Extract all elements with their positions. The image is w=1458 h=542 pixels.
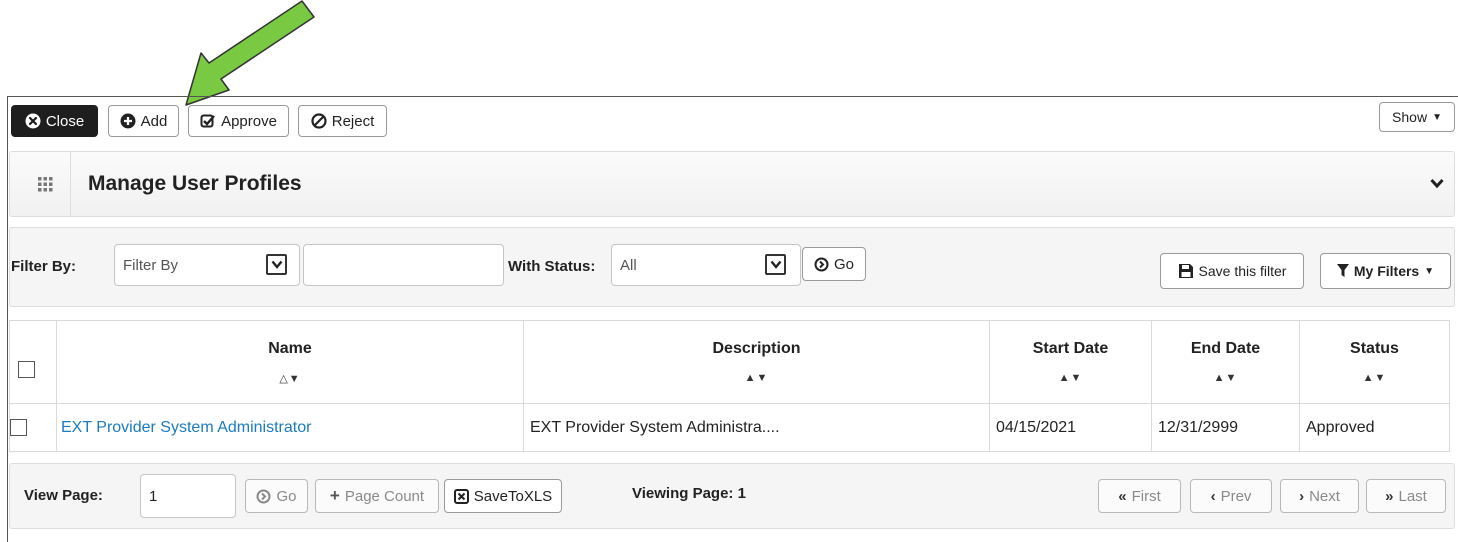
show-button-label: Show <box>1392 109 1428 125</box>
column-header-description-label: Description <box>712 340 801 357</box>
last-page-label: Last <box>1398 487 1427 505</box>
double-chevron-right-icon: » <box>1385 487 1394 505</box>
add-button-label: Add <box>140 112 168 130</box>
grid-icon <box>38 177 53 192</box>
sort-arrows-icon[interactable]: △▼ <box>57 372 523 385</box>
with-status-label: With Status: <box>508 258 596 275</box>
go-circle-icon <box>256 489 271 504</box>
filter-go-button[interactable]: Go <box>802 247 866 281</box>
sort-arrows-icon[interactable]: ▲▼ <box>990 372 1151 384</box>
prev-page-label: Prev <box>1220 487 1252 505</box>
dropdown-arrow-icon <box>266 254 287 275</box>
go-circle-icon <box>814 257 829 272</box>
row-checkbox[interactable] <box>10 418 27 436</box>
column-header-end-date[interactable]: End Date ▲▼ <box>1151 320 1300 404</box>
header-divider <box>70 152 71 216</box>
sort-arrows-icon[interactable]: ▲▼ <box>1152 372 1299 384</box>
next-page-label: Next <box>1309 487 1340 505</box>
reject-button-label: Reject <box>331 112 375 130</box>
column-header-name[interactable]: Name △▼ <box>56 320 524 404</box>
cell-end-date: 12/31/2999 <box>1151 403 1300 452</box>
approve-button-label: Approve <box>221 112 277 130</box>
column-header-name-label: Name <box>268 339 312 357</box>
pager-go-label: Go <box>276 487 297 505</box>
chevron-left-icon: ‹ <box>1210 487 1216 505</box>
prev-page-button[interactable]: ‹ Prev <box>1190 479 1272 513</box>
last-page-button[interactable]: » Last <box>1366 479 1446 513</box>
show-dropdown-button[interactable]: Show ▼ <box>1379 102 1455 132</box>
cell-status: Approved <box>1299 403 1450 452</box>
page-count-label: Page Count <box>344 487 425 505</box>
status-select[interactable]: All <box>611 244 801 286</box>
dropdown-arrow-icon <box>765 254 786 275</box>
approve-button[interactable]: Approve <box>188 105 289 137</box>
first-page-button[interactable]: « First <box>1098 479 1181 513</box>
close-button[interactable]: Close <box>11 105 98 137</box>
plus-icon: + <box>329 486 340 505</box>
filter-by-value: Filter By <box>123 256 179 274</box>
filter-text-input[interactable] <box>303 244 504 286</box>
page-number-value: 1 <box>149 487 158 505</box>
close-button-label: Close <box>45 112 85 130</box>
next-page-button[interactable]: › Next <box>1280 479 1359 513</box>
add-button[interactable]: Add <box>108 105 179 137</box>
page-number-input[interactable]: 1 <box>140 474 236 518</box>
filter-by-select[interactable]: Filter By <box>114 244 300 286</box>
check-square-icon <box>200 113 216 129</box>
save-filter-label: Save this filter <box>1198 263 1287 279</box>
column-header-status-label: Status <box>1350 340 1399 357</box>
column-header-description[interactable]: Description ▲▼ <box>523 320 990 404</box>
panel-header: Manage User Profiles <box>9 151 1455 217</box>
view-page-label: View Page: <box>24 487 103 504</box>
double-chevron-left-icon: « <box>1118 487 1127 505</box>
collapse-chevron-icon[interactable] <box>1430 178 1444 189</box>
page-count-button[interactable]: + Page Count <box>315 479 439 513</box>
cell-start-date: 04/15/2021 <box>989 403 1152 452</box>
column-header-start-date-label: Start Date <box>1032 340 1109 357</box>
table-row: EXT Provider System Administrator EXT Pr… <box>9 403 1450 452</box>
reject-button[interactable]: Reject <box>298 105 387 137</box>
save-to-xls-button[interactable]: SaveToXLS <box>444 479 562 513</box>
floppy-disk-icon <box>1178 263 1194 279</box>
my-filters-label: My Filters <box>1353 263 1420 279</box>
page-title: Manage User Profiles <box>88 172 302 195</box>
cell-name: EXT Provider System Administrator <box>56 403 524 452</box>
sort-arrows-icon[interactable]: ▲▼ <box>524 372 989 384</box>
cell-description: EXT Provider System Administra.... <box>523 403 990 452</box>
save-filter-button[interactable]: Save this filter <box>1160 253 1304 289</box>
caret-down-icon: ▼ <box>1424 265 1435 277</box>
column-header-end-date-label: End Date <box>1190 340 1261 357</box>
pager-go-button[interactable]: Go <box>245 479 308 513</box>
filter-bar: Filter By: Filter By With Status: All Go… <box>9 227 1455 307</box>
close-circle-icon <box>25 113 41 129</box>
viewing-page-text: Viewing Page: 1 <box>632 485 746 502</box>
user-profiles-table: Name △▼ Description ▲▼ Start Date ▲▼ End… <box>9 320 1450 452</box>
first-page-label: First <box>1131 487 1161 505</box>
sort-arrows-icon[interactable]: ▲▼ <box>1300 372 1449 384</box>
plus-circle-icon <box>120 113 136 129</box>
select-all-checkbox[interactable] <box>17 360 35 378</box>
row-select-cell <box>9 403 57 452</box>
filter-funnel-icon <box>1336 264 1349 278</box>
column-header-start-date[interactable]: Start Date ▲▼ <box>989 320 1152 404</box>
select-all-cell <box>9 320 57 404</box>
caret-down-icon: ▼ <box>1432 111 1442 123</box>
filter-by-label: Filter By: <box>11 258 77 275</box>
filter-go-label: Go <box>833 255 854 273</box>
column-header-status[interactable]: Status ▲▼ <box>1299 320 1450 404</box>
excel-icon <box>453 488 469 504</box>
table-header-row: Name △▼ Description ▲▼ Start Date ▲▼ End… <box>9 320 1450 404</box>
save-to-xls-label: SaveToXLS <box>473 487 553 505</box>
chevron-right-icon: › <box>1299 487 1305 505</box>
profile-name-link[interactable]: EXT Provider System Administrator <box>61 419 311 436</box>
pager-bar: View Page: 1 Go + Page Count SaveToXLS V… <box>9 463 1455 529</box>
status-value: All <box>620 256 637 274</box>
ban-icon <box>311 113 327 129</box>
my-filters-button[interactable]: My Filters ▼ <box>1320 253 1451 289</box>
